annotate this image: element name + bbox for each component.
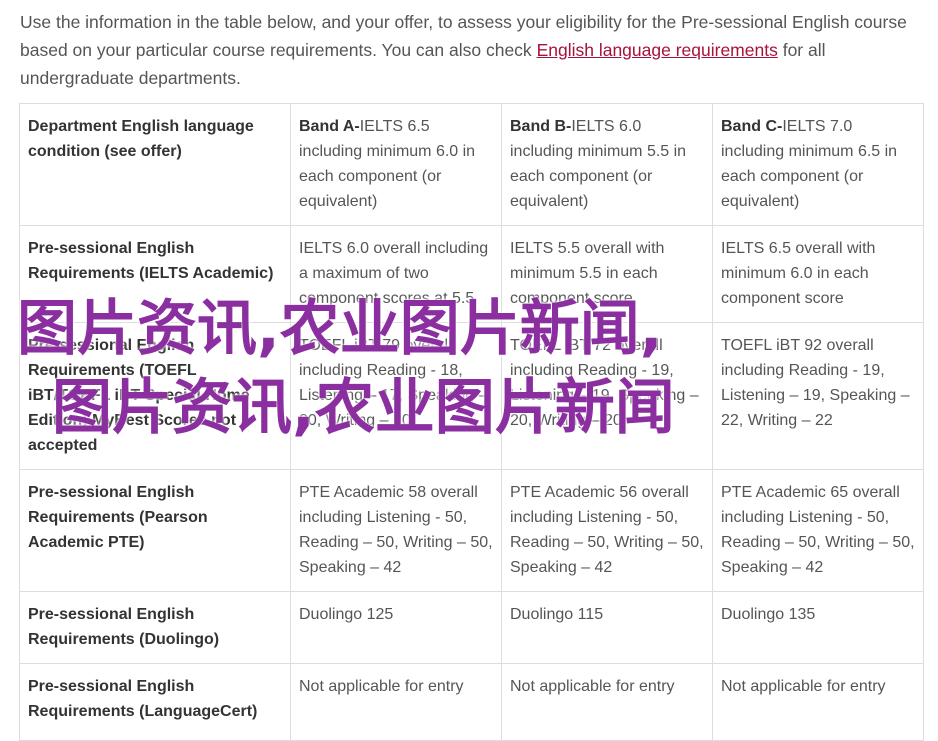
row-label: Pre-sessional English Requirements (Duol… [19,591,291,664]
band-b-name: Band B- [510,118,572,135]
table-cell: IELTS 5.5 overall with minimum 5.5 in ea… [501,225,713,323]
english-requirements-link[interactable]: English language requirements [537,40,778,60]
table-cell: Duolingo 115 [501,591,713,664]
header-band-c-cell: Band C-IELTS 7.0 including minimum 6.5 i… [712,103,924,226]
table-row-languagecert: Pre-sessional English Requirements (Lang… [19,663,924,741]
table-cell: TOEFL iBT 92 overall including Reading -… [712,322,924,470]
table-cell: PTE Academic 65 overall including Listen… [712,469,924,592]
table-cell: Not applicable for entry [290,663,502,741]
header-band-a-cell: Band A-IELTS 6.5 including minimum 6.0 i… [290,103,502,226]
row-label: Pre-sessional English Requirements (IELT… [19,225,291,323]
table-cell: PTE Academic 58 overall including Listen… [290,469,502,592]
band-a-name: Band A- [299,118,360,135]
row-label: Pre-sessional English Requirements (Pear… [19,469,291,592]
table-cell: Not applicable for entry [501,663,713,741]
table-row-pte: Pre-sessional English Requirements (Pear… [19,469,924,592]
table-cell: IELTS 6.5 overall with minimum 6.0 in ea… [712,225,924,323]
band-c-name: Band C- [721,118,783,135]
row-label: Pre-sessional English Requirements (Lang… [19,663,291,741]
intro-paragraph: Use the information in the table below, … [20,8,925,92]
row-label: Pre-sessional English Requirements (TOEF… [19,322,291,470]
table-cell: PTE Academic 56 overall including Listen… [501,469,713,592]
table-cell: IELTS 6.0 overall including a maximum of… [290,225,502,323]
table-header-row: Department English language condition (s… [19,103,924,226]
requirements-table: Department English language condition (s… [19,103,924,741]
header-condition-cell: Department English language condition (s… [19,103,291,226]
table-cell: Not applicable for entry [712,663,924,741]
table-row-toefl: Pre-sessional English Requirements (TOEF… [19,322,924,470]
table-cell: TOEFL iBT 79 overall including Reading -… [290,322,502,470]
table-row-ielts: Pre-sessional English Requirements (IELT… [19,225,924,323]
table-cell: Duolingo 125 [290,591,502,664]
header-band-b-cell: Band B-IELTS 6.0 including minimum 5.5 i… [501,103,713,226]
table-row-duolingo: Pre-sessional English Requirements (Duol… [19,591,924,664]
table-cell: Duolingo 135 [712,591,924,664]
table-cell: TOEFL iBT 72 overall including Reading -… [501,322,713,470]
